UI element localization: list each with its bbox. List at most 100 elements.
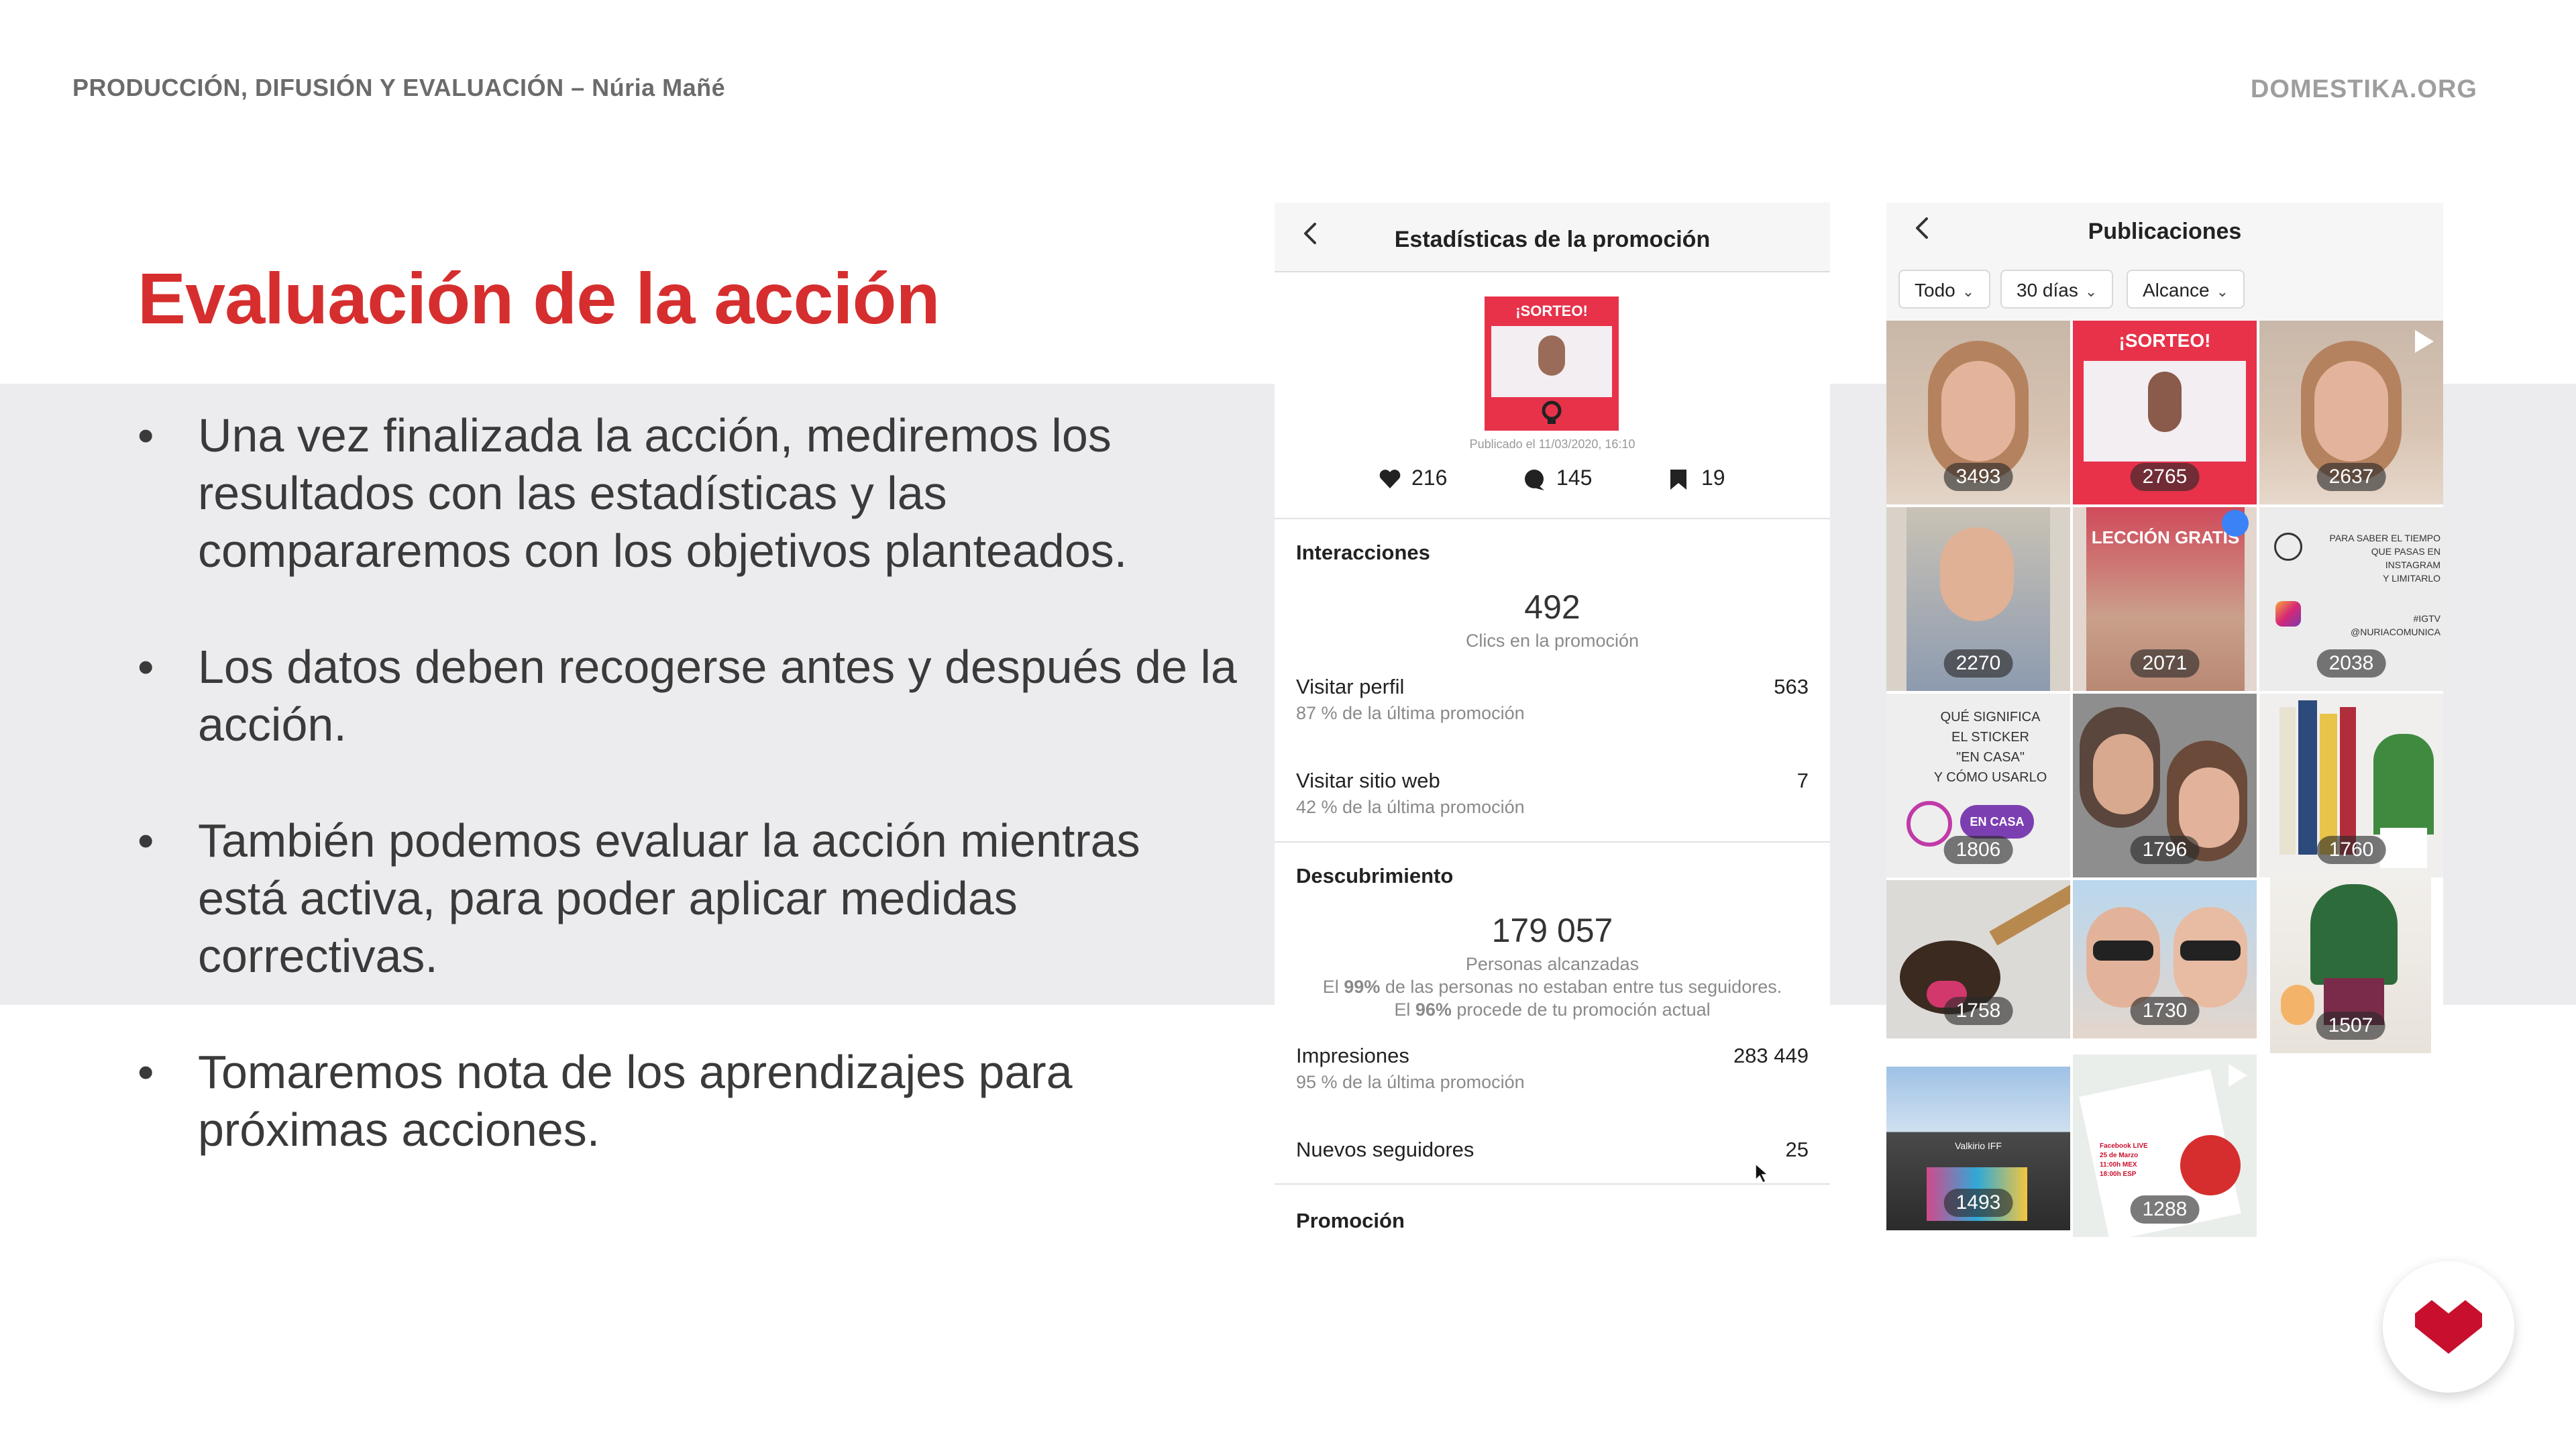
impressions-label: Impresiones — [1296, 1044, 1409, 1067]
note-text: El — [1322, 977, 1344, 997]
play-icon — [2415, 330, 2434, 353]
publication-tile[interactable]: Valkirio IFF 1493 — [1886, 1067, 2070, 1230]
reach-count: 1288 — [2130, 1195, 2200, 1224]
visit-profile-value: 563 — [1774, 675, 1809, 698]
chevron-down-icon: ⌄ — [2216, 283, 2229, 300]
bullet-text: Una vez finalizada la acción, mediremos … — [198, 409, 1128, 577]
face — [2093, 734, 2153, 814]
promotion-title: Promoción — [1296, 1209, 1405, 1232]
divider — [1275, 841, 1830, 843]
salt-lamp — [2281, 985, 2314, 1025]
book — [2298, 700, 2317, 855]
clicks-value: 492 — [1524, 588, 1580, 626]
chevron-down-icon: ⌄ — [2084, 283, 2098, 300]
reach-count: 2071 — [2130, 649, 2200, 678]
person-figure — [2148, 372, 2182, 432]
publication-tile[interactable]: 1758 — [1886, 880, 2070, 1038]
bullet-dot: • — [138, 814, 154, 867]
reach-count: 1806 — [1943, 836, 2013, 864]
reach-count: 1758 — [1943, 997, 2013, 1025]
tile-line: #IGTV — [2413, 613, 2440, 624]
visit-profile-sub: 87 % de la última promoción — [1296, 703, 1525, 723]
filter-metric[interactable]: Alcance ⌄ — [2127, 270, 2245, 309]
visit-website-sub: 42 % de la última promoción — [1296, 797, 1525, 817]
publication-tile[interactable]: 1796 — [2073, 694, 2257, 877]
sunglasses — [2180, 941, 2241, 961]
publications-panel: Publicaciones Todo ⌄ 30 días ⌄ Alcance ⌄ 34… — [1886, 203, 2443, 1237]
sunglasses — [2093, 941, 2153, 961]
reach-count: 2270 — [1943, 649, 2013, 678]
likes-count: 216 — [1411, 466, 1448, 490]
reach-value: 179 057 — [1491, 912, 1613, 949]
impressions-sub: 95 % de la última promoción — [1296, 1072, 1525, 1092]
bookmark-icon — [1670, 470, 1686, 490]
published-date: Publicado el 11/03/2020, 16:10 — [1469, 437, 1635, 451]
reach-note-1: El 99% de las personas no estaban entre … — [1275, 977, 1830, 998]
publication-tile[interactable]: LECCIÓN GRATIS 2071 — [2073, 507, 2257, 691]
plant — [2373, 734, 2434, 835]
promoted-post-thumbnail[interactable]: ¡SORTEO! — [1485, 297, 1619, 431]
publication-tile[interactable]: 1760 — [2259, 694, 2443, 877]
heart-icon — [1379, 470, 1401, 488]
promotion-stats-panel: Estadísticas de la promoción ¡SORTEO! Pu… — [1275, 203, 1830, 1236]
filter-label: Todo — [1915, 280, 1955, 301]
reach-count: 1730 — [2130, 997, 2200, 1025]
divider — [1275, 518, 1830, 519]
comment-icon — [1525, 470, 1544, 490]
flyer-line: 11:00h MEX — [2100, 1161, 2137, 1169]
comments-count: 145 — [1556, 466, 1593, 490]
bullet-dot: • — [138, 1046, 154, 1098]
tile-line: QUÉ SIGNIFICA — [1940, 710, 2041, 724]
flyer-line: Facebook LIVE — [2100, 1142, 2148, 1150]
note-bold: 99% — [1344, 977, 1381, 997]
course-title: PRODUCCIÓN, DIFUSIÓN Y EVALUACIÓN – Núri… — [72, 74, 726, 101]
domestika-badge — [2180, 1135, 2241, 1195]
note-text: de las personas no estaban entre tus seg… — [1380, 977, 1782, 997]
laurel-icon — [1542, 400, 1562, 424]
publication-tile[interactable]: 2637 — [2259, 321, 2443, 504]
slide-title: Evaluación de la acción — [138, 258, 940, 339]
face — [2314, 361, 2388, 462]
mouse-cursor-icon — [1755, 1163, 1769, 1184]
discovery-title: Descubrimiento — [1296, 864, 1454, 888]
publications-header-title: Publicaciones — [2088, 219, 2242, 244]
filter-label: Alcance — [2143, 280, 2210, 301]
publication-tile[interactable]: ¡SORTEO! 2765 — [2073, 321, 2257, 504]
visit-profile-label: Visitar perfil — [1296, 675, 1405, 698]
publication-tile[interactable]: QUÉ SIGNIFICA EL STICKER "EN CASA" Y CÓM… — [1886, 694, 2070, 877]
tile-caption: LECCIÓN GRATIS — [2091, 527, 2240, 547]
domestika-brand: DOMESTIKA.ORG — [2250, 75, 2477, 103]
domestika-logo[interactable] — [2383, 1261, 2514, 1393]
person-figure — [1538, 335, 1565, 376]
heart-sticker-icon — [1907, 801, 1952, 847]
reach-note-2: El 96% procede de tu promoción actual — [1275, 1000, 1830, 1020]
visit-website-value: 7 — [1796, 769, 1809, 792]
stats-header-title: Estadísticas de la promoción — [1394, 227, 1711, 252]
clock-icon — [2274, 533, 2302, 561]
publication-tile[interactable]: 3493 — [1886, 321, 2070, 504]
publication-tile[interactable]: 1507 — [2270, 871, 2431, 1053]
reach-count: 2038 — [2316, 649, 2386, 678]
tile-text: PARA SABER EL TIEMPO QUE PASAS EN INSTAG… — [2326, 531, 2440, 639]
filter-type[interactable]: Todo ⌄ — [1898, 270, 1991, 309]
like-badge-icon — [2222, 510, 2249, 537]
post-image — [1491, 326, 1612, 397]
publication-tile[interactable]: Facebook LIVE 25 de Marzo 11:00h MEX 18:… — [2073, 1055, 2257, 1237]
new-followers-label: Nuevos seguidores — [1296, 1138, 1474, 1161]
divider — [1275, 1183, 1830, 1185]
reach-count: 1493 — [1943, 1189, 2013, 1217]
note-bold: 96% — [1415, 1000, 1452, 1020]
impressions-value: 283 449 — [1733, 1044, 1809, 1067]
post-banner: ¡SORTEO! — [1485, 297, 1619, 326]
flyer-text: Facebook LIVE 25 de Marzo 11:00h MEX 18:… — [2100, 1142, 2180, 1179]
publication-tile[interactable]: 2270 — [1886, 507, 2070, 691]
en-casa-sticker: EN CASA — [1960, 805, 2034, 839]
book — [2320, 714, 2337, 855]
tile-line: @NURIACOMUNICA — [2351, 627, 2440, 637]
publications-header: Publicaciones — [1886, 203, 2443, 256]
tile-line: Y CÓMO USARLO — [1933, 770, 2047, 785]
visit-website-label: Visitar sitio web — [1296, 769, 1440, 792]
publication-tile[interactable]: PARA SABER EL TIEMPO QUE PASAS EN INSTAG… — [2259, 507, 2443, 691]
publication-tile[interactable]: 1730 — [2073, 880, 2257, 1038]
filter-period[interactable]: 30 días ⌄ — [2000, 270, 2114, 309]
